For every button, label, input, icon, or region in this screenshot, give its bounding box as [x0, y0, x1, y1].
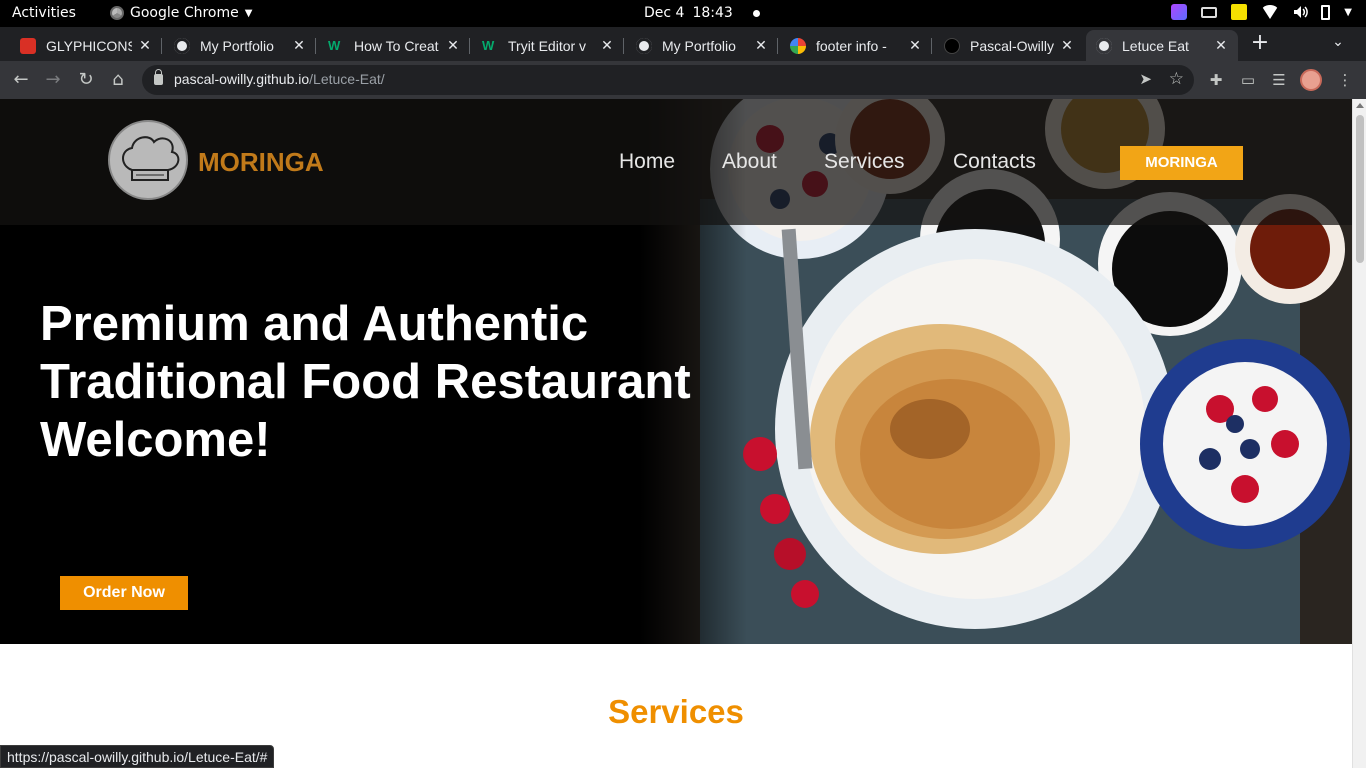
app-indicator-icon[interactable]	[1171, 4, 1188, 20]
headline-line-1: Premium and Authentic	[40, 297, 589, 351]
globe-icon	[1096, 37, 1112, 54]
headline-line-3: Welcome!	[40, 413, 271, 467]
brand-name[interactable]: MORINGA	[198, 147, 324, 178]
hero-headline: Premium and Authentic Traditional Food R…	[40, 295, 740, 469]
bookmark-star-icon[interactable]: ☆	[1169, 69, 1184, 89]
back-arrow-icon[interactable]: ←	[10, 69, 32, 91]
page-scrollbar[interactable]	[1352, 99, 1366, 768]
tab-separator	[315, 38, 316, 54]
activities-button[interactable]: Activities	[12, 5, 76, 21]
close-icon[interactable]: ✕	[754, 37, 768, 54]
battery-icon[interactable]	[1321, 4, 1331, 20]
scrollbar-thumb[interactable]	[1356, 115, 1364, 263]
lock-icon[interactable]	[154, 69, 163, 85]
hero-section: MORINGA Home About Services Contacts MOR…	[0, 99, 1352, 644]
profile-avatar[interactable]	[1300, 69, 1322, 91]
chef-hat-icon	[122, 136, 180, 181]
caret-down-icon: ▼	[244, 7, 253, 19]
url-text[interactable]: pascal-owilly.github.io/Letuce-Eat/	[174, 71, 385, 87]
more-menu-icon[interactable]: ⋮	[1336, 71, 1354, 89]
keyboard-icon[interactable]	[1201, 6, 1218, 18]
tab-separator	[931, 38, 932, 54]
caret-down-icon[interactable]: ▼	[1344, 7, 1352, 18]
clock[interactable]: Dec 4 18:43	[644, 5, 760, 21]
site-navbar: MORINGA Home About Services Contacts MOR…	[0, 99, 1352, 225]
tab-letuce-eat[interactable]: Letuce Eat ✕	[1086, 30, 1238, 61]
forward-arrow-icon[interactable]: →	[42, 69, 64, 91]
tab-separator	[777, 38, 778, 54]
close-icon[interactable]: ✕	[1214, 37, 1228, 54]
media-queue-icon[interactable]: ☰	[1270, 71, 1288, 89]
close-icon[interactable]: ✕	[446, 37, 460, 54]
url-host: pascal-owilly.github.io	[174, 71, 310, 87]
nav-home[interactable]: Home	[619, 150, 675, 174]
globe-icon	[636, 37, 652, 54]
wifi-icon[interactable]	[1261, 5, 1280, 19]
reload-icon[interactable]: ↻	[75, 69, 97, 91]
home-icon[interactable]: ⌂	[107, 69, 129, 91]
tab-my-portfolio[interactable]: My Portfolio ✕	[164, 30, 316, 61]
services-heading: Services	[608, 693, 744, 730]
link-status-bubble: https://pascal-owilly.github.io/Letuce-E…	[0, 745, 275, 768]
sticky-notes-icon[interactable]	[1231, 4, 1248, 20]
cast-icon[interactable]: ▭	[1239, 71, 1257, 89]
tab-separator	[623, 38, 624, 54]
app-menu[interactable]: Google Chrome ▼	[110, 5, 252, 21]
w3schools-icon: W	[328, 37, 341, 53]
headline-line-2: Traditional Food Restaurant	[40, 355, 691, 409]
github-icon	[944, 37, 960, 54]
system-tray[interactable]: ▼	[1171, 4, 1352, 20]
tab-strip: GLYPHICONS ✕ My Portfolio ✕ W How To Cre…	[0, 27, 1366, 61]
tab-separator	[161, 38, 162, 54]
tab-title: How To Creat	[354, 37, 439, 54]
send-tab-icon[interactable]: ➤	[1139, 70, 1152, 88]
tab-my-portfolio-2[interactable]: My Portfolio ✕	[626, 30, 778, 61]
globe-icon	[174, 37, 190, 54]
order-now-button[interactable]: Order Now	[60, 576, 188, 610]
tab-title: GLYPHICONS	[46, 37, 132, 54]
tab-search-chevron-icon[interactable]: ⌄	[1328, 34, 1348, 50]
tab-footer-info[interactable]: footer info - ✕	[780, 30, 932, 61]
address-bar[interactable]: pascal-owilly.github.io/Letuce-Eat/ ➤ ☆	[142, 65, 1194, 95]
tab-title: Letuce Eat	[1122, 37, 1189, 54]
url-path: /Letuce-Eat/	[309, 71, 385, 87]
tab-title: My Portfolio	[662, 37, 736, 54]
tab-title: My Portfolio	[200, 37, 274, 54]
tab-pascal-owilly[interactable]: Pascal-Owilly ✕	[934, 30, 1084, 61]
tab-title: Pascal-Owilly	[970, 37, 1054, 54]
volume-icon[interactable]	[1293, 4, 1309, 20]
clock-date: Dec 4	[644, 5, 685, 21]
chrome-icon	[110, 6, 124, 20]
os-top-bar: Activities Google Chrome ▼ Dec 4 18:43 ▼	[0, 0, 1366, 27]
app-name: Google Chrome	[130, 5, 239, 21]
notification-dot-icon	[752, 9, 760, 17]
close-icon[interactable]: ✕	[292, 37, 306, 54]
nav-services[interactable]: Services	[824, 150, 905, 174]
close-icon[interactable]: ✕	[600, 37, 614, 54]
new-tab-button[interactable]: +	[1250, 32, 1270, 54]
red-square-icon	[20, 37, 36, 54]
tab-glyphicons[interactable]: GLYPHICONS ✕	[10, 30, 162, 61]
scroll-up-arrow-icon[interactable]	[1356, 103, 1364, 108]
clock-time: 18:43	[692, 5, 733, 21]
close-icon[interactable]: ✕	[138, 37, 152, 54]
nav-contacts[interactable]: Contacts	[953, 150, 1036, 174]
moringa-button[interactable]: MORINGA	[1120, 146, 1243, 180]
nav-about[interactable]: About	[722, 150, 777, 174]
google-icon	[790, 37, 806, 54]
close-icon[interactable]: ✕	[1060, 37, 1074, 54]
close-icon[interactable]: ✕	[908, 37, 922, 54]
tab-title: footer info -	[816, 37, 887, 54]
browser-toolbar: ← → ↻ ⌂ pascal-owilly.github.io/Letuce-E…	[0, 61, 1366, 99]
tab-separator	[469, 38, 470, 54]
w3schools-icon: W	[482, 37, 495, 53]
chef-hat-logo[interactable]	[108, 120, 188, 200]
tab-how-to-create[interactable]: W How To Creat ✕	[318, 30, 470, 61]
page-viewport: MORINGA Home About Services Contacts MOR…	[0, 99, 1352, 768]
tab-title: Tryit Editor v	[508, 37, 587, 54]
extensions-puzzle-icon[interactable]: ✚	[1207, 71, 1225, 89]
tab-tryit-editor[interactable]: W Tryit Editor v ✕	[472, 30, 624, 61]
